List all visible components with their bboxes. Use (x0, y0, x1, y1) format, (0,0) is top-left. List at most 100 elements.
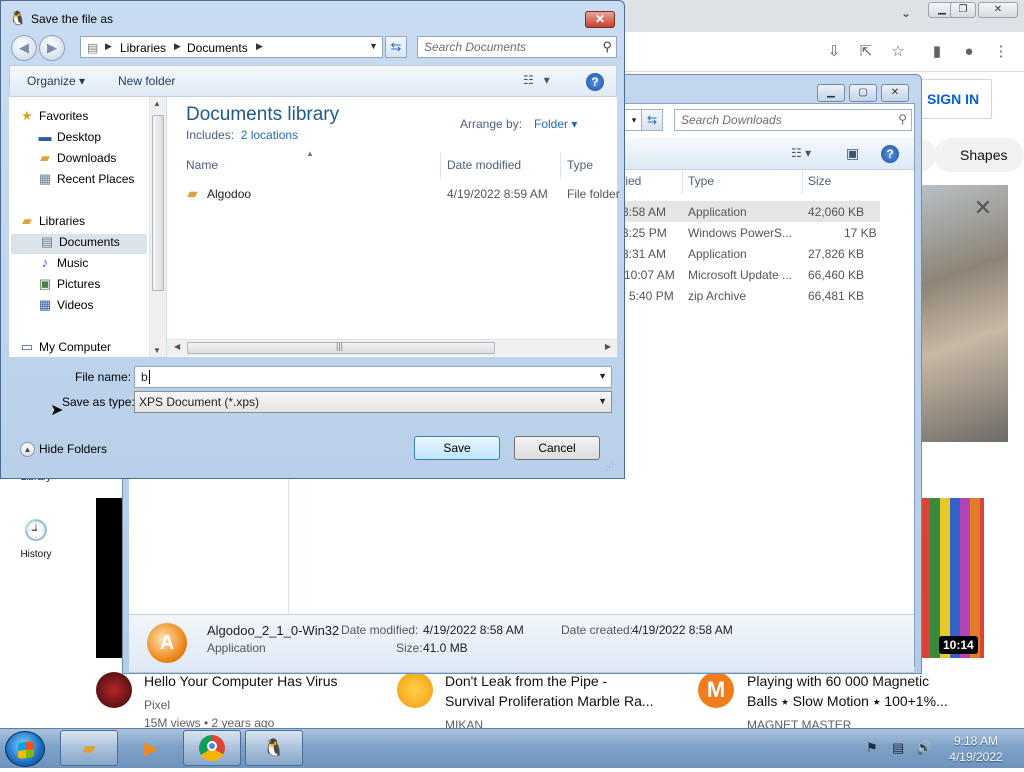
scroll-up-icon[interactable]: ▲ (153, 99, 161, 108)
help-icon[interactable]: ? (586, 73, 604, 91)
side-panel-icon[interactable]: ▮ (926, 41, 948, 63)
chip-shapes[interactable]: Shapes (934, 138, 1024, 172)
breadcrumb[interactable]: ▤ ▶ Libraries ▶ Documents ▶ ▼ (80, 36, 383, 58)
app-taskbar-button[interactable]: 🐧 (245, 730, 303, 766)
channel-avatar[interactable]: M (698, 672, 734, 708)
scrollbar-thumb[interactable]: ||| (187, 341, 495, 354)
video-title[interactable]: Hello Your Computer Has Virus (144, 671, 384, 691)
chevron-right-icon[interactable]: ▶ (105, 41, 112, 52)
sidebar-item-computer[interactable]: ▭ My Computer (19, 339, 147, 359)
back-button[interactable]: ◀ (11, 35, 37, 61)
list-item[interactable]: ▰ Algodoo 4/19/2022 8:59 AM File folder (185, 184, 620, 204)
table-row[interactable]: 10:07 AM Microsoft Update ... 66,460 KB (614, 264, 880, 285)
network-warning-icon[interactable]: ⚑ (866, 740, 878, 756)
column-header-type[interactable]: Type (688, 174, 714, 188)
view-options-icon[interactable]: ☷ ▾ (791, 146, 811, 160)
forward-button[interactable]: ▶ (39, 35, 65, 61)
column-header-name[interactable]: Name (186, 158, 218, 172)
clock[interactable]: 9:18 AM 4/19/2022 (946, 733, 1006, 765)
close-button[interactable]: ✕ (585, 11, 615, 28)
video-title[interactable]: Playing with 60 000 Magnetic Balls ⭑ Slo… (747, 671, 962, 711)
column-divider[interactable] (802, 170, 803, 194)
breadcrumb-libraries[interactable]: Libraries (120, 41, 166, 55)
new-folder-button[interactable]: New folder (118, 74, 175, 88)
column-divider[interactable] (560, 153, 561, 179)
resize-grip-icon[interactable]: ⋰ (605, 462, 614, 473)
sidebar-item-downloads[interactable]: ▰ Downloads (37, 150, 165, 170)
tab-search-icon[interactable]: ⌄ (892, 6, 920, 22)
sidebar-item-music[interactable]: ♪ Music (37, 255, 165, 275)
arrange-by-dropdown[interactable]: Folder ▾ (534, 117, 577, 131)
close-button[interactable]: ✕ (881, 84, 909, 102)
nav-scrollbar[interactable]: ▲ ▼ (149, 97, 166, 357)
search-input[interactable]: Search Documents ⚲ (417, 36, 617, 58)
table-row[interactable]: 3:31 AM Application 27,826 KB (614, 243, 880, 264)
view-options-icon[interactable]: ☷ ▾ (523, 73, 550, 87)
video-title[interactable]: Don't Leak from the Pipe - Survival Prol… (445, 671, 660, 711)
channel-avatar[interactable] (96, 672, 132, 708)
maximize-button[interactable]: ▢ (849, 84, 877, 102)
cancel-button[interactable]: Cancel (514, 436, 600, 460)
column-divider[interactable] (682, 170, 683, 194)
sidebar-item-recent[interactable]: ▦ Recent Places (37, 171, 165, 191)
sidebar-item-history[interactable]: 🕘 History (0, 518, 72, 560)
scroll-right-icon[interactable]: ▶ (605, 342, 611, 351)
volume-icon[interactable]: 🔊 (916, 740, 932, 756)
video-thumbnail[interactable] (920, 498, 984, 658)
sign-in-button[interactable]: SIGN IN (910, 79, 992, 119)
save-button[interactable]: Save (414, 436, 500, 460)
save-dialog[interactable]: 🐧 Save the file as ✕ ◀ ▶ ▤ ▶ Libraries ▶… (0, 0, 625, 479)
file-name-field[interactable]: b ▼ (134, 366, 612, 388)
refresh-icon[interactable]: ⇆ (641, 109, 663, 131)
preview-pane-icon[interactable]: ▣ (846, 145, 859, 162)
sidebar-item-videos[interactable]: ▦ Videos (37, 297, 165, 317)
hide-folders-button[interactable]: ▲ Hide Folders (20, 442, 107, 458)
network-icon[interactable]: ▤ (892, 740, 904, 756)
column-header-size[interactable]: Size (808, 174, 831, 188)
profile-icon[interactable]: ● (958, 41, 980, 63)
search-icon[interactable]: ⚲ (898, 112, 907, 126)
column-header-type[interactable]: Type (567, 158, 593, 172)
share-icon[interactable]: ⇱ (855, 41, 877, 63)
video-thumbnail[interactable] (96, 498, 124, 658)
breadcrumb-documents[interactable]: Documents (187, 41, 248, 55)
close-icon[interactable]: ✕ (971, 196, 995, 220)
explorer-taskbar-button[interactable]: ▰ (60, 730, 118, 766)
sidebar-item-libraries[interactable]: ▰ Libraries (19, 213, 147, 233)
chevron-right-icon[interactable]: ▶ (256, 41, 263, 52)
minimize-button[interactable]: ▁ (817, 84, 845, 102)
scroll-left-icon[interactable]: ◀ (174, 342, 180, 351)
sidebar-item-documents[interactable]: ▤ Documents (11, 234, 147, 254)
search-icon[interactable]: ⚲ (602, 39, 612, 55)
chrome-taskbar-button[interactable] (183, 730, 241, 766)
refresh-icon[interactable]: ⇆ (385, 36, 407, 58)
scroll-down-icon[interactable]: ▼ (153, 346, 161, 355)
search-input[interactable]: Search Downloads ⚲ (674, 109, 912, 131)
horizontal-scrollbar[interactable]: ◀ ||| ▶ (167, 339, 617, 356)
media-player-taskbar-button[interactable]: ▶ (122, 730, 180, 766)
bookmark-star-icon[interactable]: ☆ (887, 41, 909, 63)
help-icon[interactable]: ? (881, 145, 899, 163)
chevron-down-icon[interactable]: ▼ (598, 371, 607, 381)
sidebar-item-desktop[interactable]: ▬ Desktop (37, 129, 165, 149)
table-row[interactable]: 3:58 AM Application 42,060 KB (614, 201, 880, 222)
sidebar-item-favorites[interactable]: ★ Favorites (19, 108, 147, 128)
restore-button[interactable]: ❐ (950, 2, 976, 18)
ad-image[interactable] (921, 185, 1008, 442)
organize-button[interactable]: Organize ▾ (27, 74, 85, 88)
save-type-select[interactable]: XPS Document (*.xps) ▼ (134, 391, 612, 413)
column-divider[interactable] (440, 153, 441, 179)
chevron-down-icon[interactable]: ▼ (369, 41, 378, 51)
start-button[interactable] (5, 731, 45, 767)
table-row[interactable]: 3:25 PM Windows PowerS... 17 KB (614, 222, 880, 243)
sidebar-item-pictures[interactable]: ▣ Pictures (37, 276, 165, 296)
chevron-right-icon[interactable]: ▶ (174, 41, 181, 52)
close-browser-button[interactable]: ✕ (978, 2, 1018, 18)
scrollbar-thumb[interactable] (152, 115, 164, 291)
install-icon[interactable]: ⇩ (823, 41, 845, 63)
menu-icon[interactable]: ⋮ (990, 41, 1012, 63)
chevron-down-icon[interactable]: ▼ (598, 396, 607, 406)
column-header-date[interactable]: Date modified (447, 158, 521, 172)
channel-name[interactable]: Pixel (144, 698, 170, 712)
table-row[interactable]: 5:40 PM zip Archive 66,481 KB (614, 285, 880, 306)
